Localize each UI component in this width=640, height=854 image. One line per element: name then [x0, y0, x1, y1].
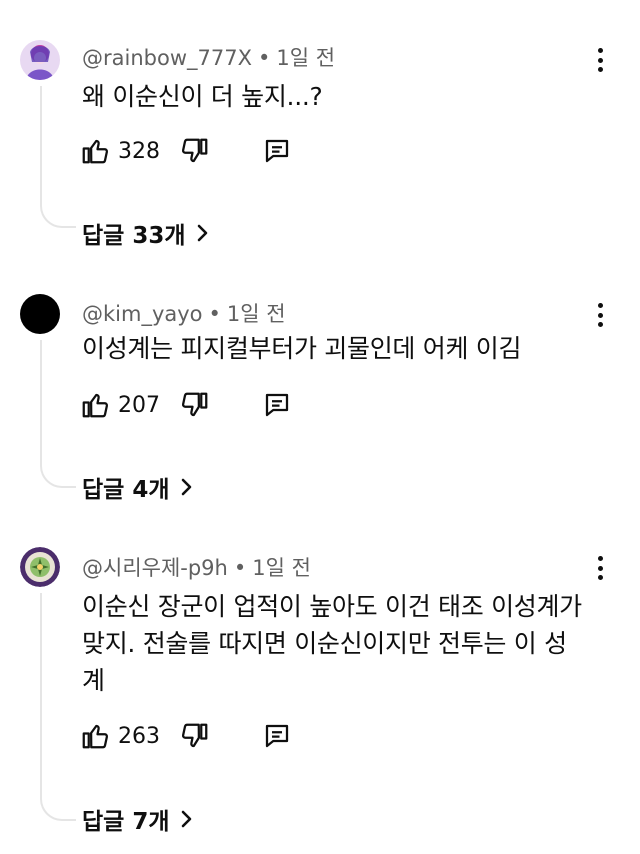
replies-label: 답글 33개: [82, 223, 186, 249]
comment-meta: @rainbow_777X • 1일 전: [82, 42, 335, 72]
chevron-right-icon: [197, 224, 207, 242]
timestamp[interactable]: 1일 전: [252, 556, 311, 580]
like-count: 207: [118, 392, 160, 418]
separator: •: [208, 302, 221, 326]
comment-meta: @시리우제-p9h • 1일 전: [82, 552, 311, 582]
view-replies-button[interactable]: 답글 7개: [82, 802, 194, 836]
view-replies-button[interactable]: 답글 33개: [82, 216, 210, 250]
avatar-image: [20, 40, 60, 80]
more-options-button[interactable]: [590, 553, 610, 583]
comment-meta: @kim_yayo • 1일 전: [82, 298, 286, 328]
dot: [597, 303, 603, 308]
chevron-right-icon: [181, 810, 191, 828]
separator: •: [233, 556, 247, 580]
comment-actions: 207: [80, 385, 289, 425]
thread-line: [40, 340, 76, 488]
thread-line: [40, 593, 76, 821]
reply-icon[interactable]: [262, 390, 292, 420]
thumbs-up-icon[interactable]: [80, 721, 110, 751]
comment-actions: 328: [80, 131, 289, 171]
dot: [597, 565, 603, 571]
avatar[interactable]: [20, 40, 60, 80]
chevron-right-icon: [181, 478, 191, 496]
avatar-image: [20, 547, 60, 587]
author-handle[interactable]: @kim_yayo: [82, 302, 203, 326]
thumbs-down-icon[interactable]: [180, 390, 210, 420]
avatar[interactable]: [20, 294, 60, 334]
reply-icon[interactable]: [262, 721, 292, 751]
separator: •: [257, 46, 271, 70]
reply-icon[interactable]: [262, 136, 292, 166]
dot: [597, 322, 603, 327]
comment-actions: 263: [80, 716, 289, 756]
dot: [597, 57, 603, 63]
view-replies-button[interactable]: 답글 4개: [82, 470, 194, 504]
timestamp[interactable]: 1일 전: [227, 302, 286, 326]
dot: [597, 556, 603, 561]
author-handle[interactable]: @rainbow_777X: [82, 46, 252, 70]
author-handle[interactable]: @시리우제-p9h: [82, 556, 228, 580]
timestamp[interactable]: 1일 전: [276, 46, 335, 70]
dot: [597, 48, 603, 53]
thumbs-down-icon[interactable]: [180, 721, 210, 751]
dot: [597, 67, 603, 72]
replies-label: 답글 4개: [82, 477, 170, 503]
comment-text: 이성계는 피지컬부터가 괴물인데 어케 이김: [82, 334, 522, 363]
comment-text: 왜 이순신이 더 높지...?: [82, 82, 323, 111]
dot: [597, 575, 603, 580]
thumbs-up-icon[interactable]: [80, 390, 110, 420]
like-count: 263: [118, 723, 160, 749]
dot: [597, 312, 603, 318]
more-options-button[interactable]: [590, 300, 610, 330]
thumbs-up-icon[interactable]: [80, 136, 110, 166]
thumbs-down-icon[interactable]: [180, 136, 210, 166]
avatar[interactable]: [20, 547, 60, 587]
replies-label: 답글 7개: [82, 809, 170, 835]
like-count: 328: [118, 138, 160, 164]
more-options-button[interactable]: [590, 45, 610, 75]
comment-text: 이순신 장군이 업적이 높아도 이건 태조 이성계가 맞지. 전술를 따지면 이…: [82, 592, 582, 695]
thread-line: [40, 86, 76, 228]
